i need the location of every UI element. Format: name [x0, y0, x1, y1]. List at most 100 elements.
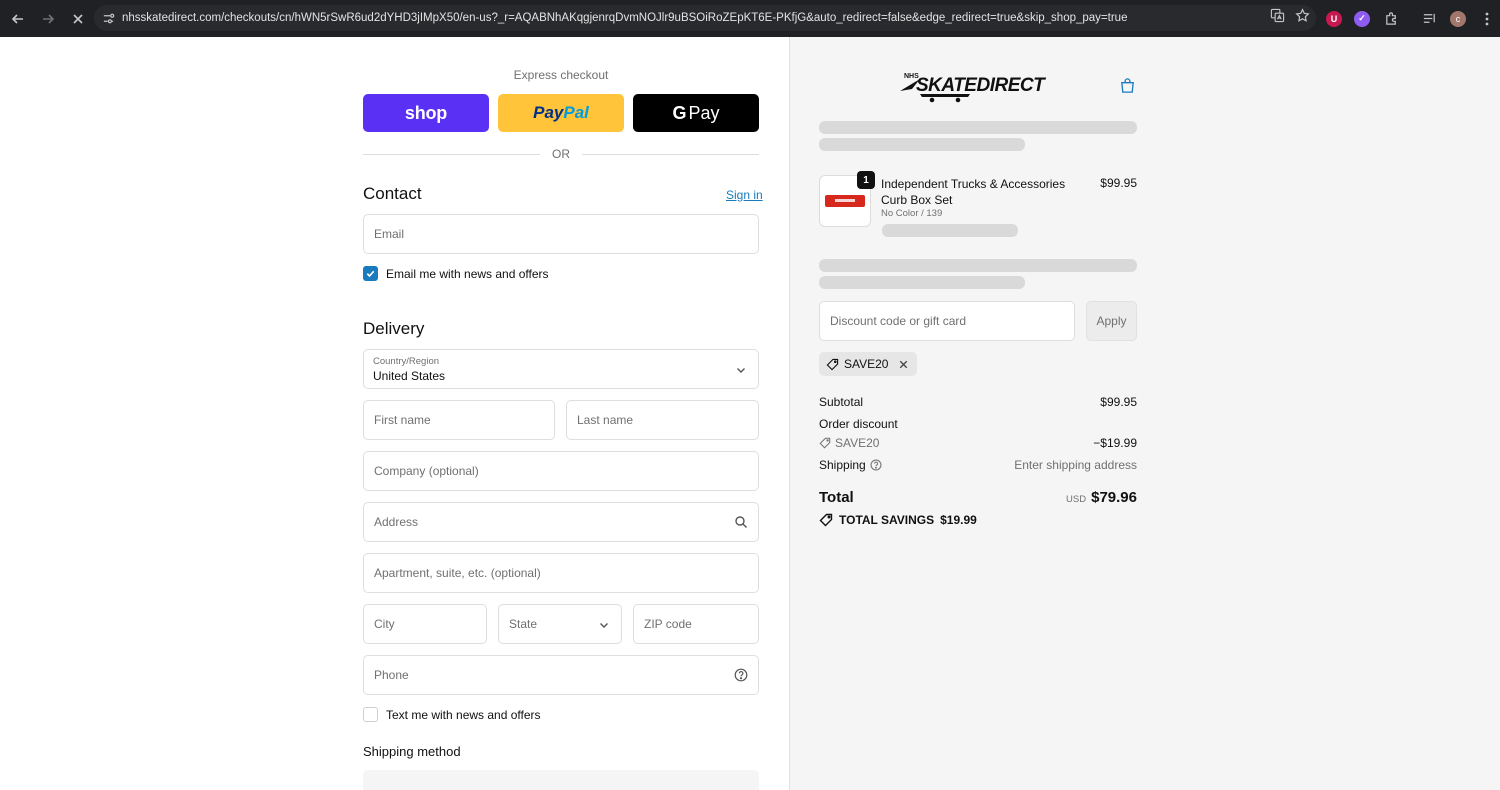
first-name-field[interactable]: First name	[363, 400, 555, 440]
address-placeholder: Address	[374, 515, 419, 529]
text-offers-label: Text me with news and offers	[386, 707, 541, 722]
or-text: OR	[552, 147, 570, 161]
country-value: United States	[373, 369, 446, 383]
discount-code-placeholder: Discount code or gift card	[830, 314, 967, 328]
loading-skeleton	[819, 259, 1137, 272]
logo-text: SKATEDIRECT	[916, 75, 1046, 96]
product-price: $99.95	[1100, 176, 1137, 190]
discount-value: −$19.99	[1093, 436, 1137, 450]
site-info-icon[interactable]	[94, 12, 122, 25]
total-currency: USD	[1066, 494, 1087, 505]
shipping-methods-placeholder	[363, 770, 759, 790]
google-pay-button[interactable]: G Pay	[633, 94, 759, 132]
paypal-label-pal: Pal	[563, 103, 589, 122]
shopping-bag-icon[interactable]	[1119, 77, 1136, 94]
total-savings: TOTAL SAVINGS $19.99	[819, 513, 977, 527]
google-g-icon: G	[672, 102, 687, 123]
company-placeholder: Company (optional)	[374, 464, 479, 478]
apartment-field[interactable]: Apartment, suite, etc. (optional)	[363, 553, 759, 593]
email-news-checkbox[interactable]	[363, 266, 378, 281]
ublock-extension-icon[interactable]: U	[1326, 10, 1342, 27]
express-checkout-buttons: shop Pay Pal G Pay	[363, 94, 759, 132]
applied-discount-chip: SAVE20	[819, 352, 918, 376]
apartment-placeholder: Apartment, suite, etc. (optional)	[374, 566, 541, 580]
email-placeholder: Email	[374, 227, 405, 241]
shipping-label: Shipping	[819, 458, 866, 472]
total-savings-label: TOTAL SAVINGS	[839, 513, 935, 527]
reading-list-icon[interactable]	[1420, 11, 1438, 26]
email-news-option[interactable]: Email me with news and offers	[363, 266, 549, 281]
chevron-down-icon	[737, 368, 745, 373]
forward-icon[interactable]	[34, 5, 62, 33]
url-text[interactable]: nhsskatedirect.com/checkouts/cn/hWN5rSwR…	[122, 12, 1127, 24]
loading-skeleton	[819, 138, 1025, 151]
delivery-heading: Delivery	[363, 319, 425, 338]
quantity-badge: 1	[857, 171, 875, 189]
extension-icon[interactable]: ✓	[1354, 10, 1370, 27]
help-circle-icon[interactable]	[870, 459, 882, 471]
zip-placeholder: ZIP code	[644, 617, 692, 631]
loading-skeleton	[819, 276, 1025, 289]
express-checkout-label: Express checkout	[513, 68, 609, 82]
paypal-label-pay: Pay	[533, 103, 564, 122]
applied-discount-code: SAVE20	[844, 357, 889, 371]
nhs-skate-direct-logo[interactable]: NHS SKATEDIRECT	[898, 69, 1058, 107]
more-menu-icon[interactable]	[1478, 12, 1496, 26]
discount-code-field[interactable]: Discount code or gift card	[819, 301, 1075, 341]
extensions-puzzle-icon[interactable]	[1382, 11, 1400, 26]
order-discount-row: Order discount	[819, 417, 1137, 431]
browser-toolbar: nhsskatedirect.com/checkouts/cn/hWN5rSwR…	[0, 0, 1500, 37]
text-offers-checkbox[interactable]	[363, 707, 378, 722]
shop-pay-button[interactable]: shop	[363, 94, 489, 132]
state-select[interactable]: State	[498, 604, 622, 644]
loading-skeleton	[819, 121, 1137, 134]
subtotal-row: Subtotal $99.95	[819, 395, 1137, 409]
bookmark-star-icon[interactable]	[1295, 8, 1310, 28]
text-offers-option[interactable]: Text me with news and offers	[363, 707, 541, 722]
email-field[interactable]: Email	[363, 214, 759, 254]
address-bar[interactable]: nhsskatedirect.com/checkouts/cn/hWN5rSwR…	[94, 5, 1316, 31]
remove-discount-icon[interactable]	[897, 358, 910, 371]
subtotal-value: $99.95	[1100, 395, 1137, 409]
total-label: Total	[819, 489, 854, 506]
company-field[interactable]: Company (optional)	[363, 451, 759, 491]
shop-pay-label: shop	[404, 102, 448, 123]
loading-skeleton	[882, 224, 1018, 237]
contact-heading: Contact	[363, 184, 422, 203]
help-circle-icon[interactable]	[734, 668, 748, 682]
subtotal-label: Subtotal	[819, 395, 864, 409]
product-name: Independent Trucks & Accessories Curb Bo…	[881, 177, 1066, 207]
tag-icon	[826, 358, 839, 370]
search-icon[interactable]	[734, 515, 748, 529]
back-icon[interactable]	[4, 5, 32, 33]
city-field[interactable]: City	[363, 604, 487, 644]
state-placeholder: State	[509, 617, 538, 631]
total-savings-value: $19.99	[940, 513, 977, 527]
last-name-placeholder: Last name	[577, 413, 634, 427]
google-pay-label: Pay	[688, 102, 720, 123]
paypal-button[interactable]: Pay Pal	[498, 94, 624, 132]
phone-field[interactable]: Phone	[363, 655, 759, 695]
checkout-page: Express checkout shop Pay Pal G Pay OR Co…	[0, 37, 1500, 790]
zip-field[interactable]: ZIP code	[633, 604, 759, 644]
total-value: $79.96	[1091, 489, 1137, 506]
tag-icon	[819, 513, 833, 527]
country-label: Country/Region	[373, 356, 440, 367]
stop-loading-icon[interactable]	[64, 5, 92, 33]
last-name-field[interactable]: Last name	[566, 400, 759, 440]
phone-placeholder: Phone	[374, 668, 409, 682]
order-discount-label: Order discount	[819, 417, 898, 431]
country-select[interactable]: Country/Region United States	[363, 349, 759, 389]
or-divider: OR	[363, 147, 759, 161]
total-value-block: USD $79.96	[1000, 489, 1137, 507]
profile-avatar[interactable]: c	[1450, 10, 1466, 27]
apply-discount-button[interactable]: Apply	[1086, 301, 1137, 341]
chevron-down-icon	[600, 623, 608, 628]
product-variant: No Color / 139	[881, 208, 943, 219]
sign-in-link[interactable]: Sign in	[726, 188, 763, 202]
shipping-row: Shipping Enter shipping address	[819, 458, 1137, 472]
city-placeholder: City	[374, 617, 395, 631]
address-field[interactable]: Address	[363, 502, 759, 542]
translate-icon[interactable]	[1270, 8, 1285, 28]
first-name-placeholder: First name	[374, 413, 431, 427]
